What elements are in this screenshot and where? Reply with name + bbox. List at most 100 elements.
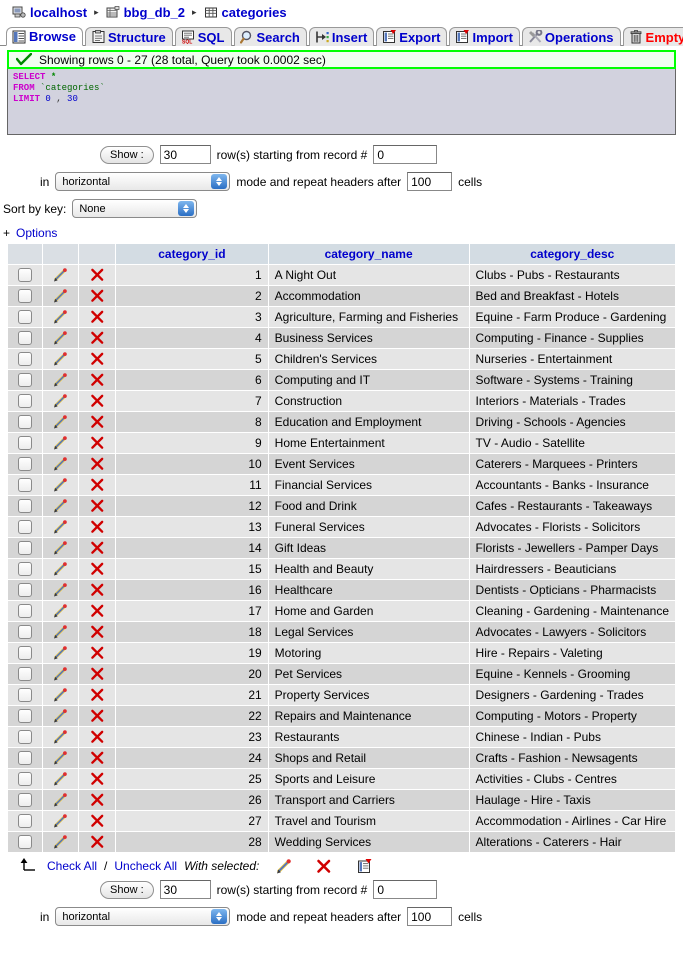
row-delete-cell[interactable] [78, 411, 117, 433]
row-checkbox-cell[interactable] [7, 705, 43, 727]
row-checkbox[interactable] [17, 520, 32, 535]
edit-pencil-icon[interactable] [53, 541, 69, 555]
edit-pencil-icon[interactable] [53, 331, 69, 345]
row-edit-cell[interactable] [41, 726, 80, 748]
row-edit-cell[interactable] [41, 747, 80, 769]
row-checkbox-cell[interactable] [7, 579, 43, 601]
row-checkbox[interactable] [17, 667, 32, 682]
row-edit-cell[interactable] [41, 600, 80, 622]
edit-pencil-icon[interactable] [53, 562, 69, 576]
row-checkbox-cell[interactable] [7, 306, 43, 328]
edit-pencil-icon[interactable] [53, 373, 69, 387]
tab-sql[interactable]: SQL SQL [174, 27, 232, 46]
row-edit-cell[interactable] [41, 516, 80, 538]
row-edit-cell[interactable] [41, 474, 80, 496]
row-checkbox-cell[interactable] [7, 810, 43, 832]
delete-x-icon[interactable] [90, 436, 105, 450]
row-checkbox-cell[interactable] [7, 747, 43, 769]
row-edit-cell[interactable] [41, 705, 80, 727]
row-checkbox[interactable] [17, 541, 32, 556]
delete-x-icon[interactable] [90, 604, 105, 618]
row-checkbox-cell[interactable] [7, 432, 43, 454]
delete-x-icon[interactable] [90, 499, 105, 513]
delete-x-icon[interactable] [90, 562, 105, 576]
breadcrumb-server[interactable]: localhost [30, 5, 87, 20]
row-edit-cell[interactable] [41, 684, 80, 706]
row-delete-cell[interactable] [78, 516, 117, 538]
row-delete-cell[interactable] [78, 810, 117, 832]
edit-pencil-icon[interactable] [53, 814, 69, 828]
delete-x-icon[interactable] [90, 541, 105, 555]
row-delete-cell[interactable] [78, 264, 117, 286]
row-checkbox[interactable] [17, 688, 32, 703]
row-edit-cell[interactable] [41, 558, 80, 580]
edit-pencil-icon[interactable] [53, 604, 69, 618]
row-edit-cell[interactable] [41, 579, 80, 601]
row-checkbox-cell[interactable] [7, 600, 43, 622]
row-delete-cell[interactable] [78, 579, 117, 601]
delete-x-icon[interactable] [90, 688, 105, 702]
column-header-category-id[interactable]: category_id [115, 243, 269, 265]
mode-select-top[interactable]: horizontal [55, 172, 231, 191]
row-delete-cell[interactable] [78, 390, 117, 412]
delete-x-icon[interactable] [90, 331, 105, 345]
edit-pencil-icon[interactable] [53, 268, 69, 282]
row-checkbox[interactable] [17, 394, 32, 409]
row-delete-cell[interactable] [78, 369, 117, 391]
delete-x-icon[interactable] [90, 415, 105, 429]
row-checkbox-cell[interactable] [7, 348, 43, 370]
show-button-top[interactable]: Show : [100, 145, 154, 164]
edit-pencil-icon[interactable] [53, 646, 69, 660]
row-checkbox[interactable] [17, 583, 32, 598]
edit-pencil-icon[interactable] [53, 709, 69, 723]
row-checkbox-cell[interactable] [7, 327, 43, 349]
edit-pencil-icon[interactable] [53, 751, 69, 765]
delete-x-icon[interactable] [90, 478, 105, 492]
check-all-link[interactable]: Check All [47, 859, 97, 873]
cells-input-top[interactable] [407, 172, 453, 191]
row-edit-cell[interactable] [41, 831, 80, 853]
delete-x-icon[interactable] [90, 457, 105, 471]
delete-x-icon[interactable] [90, 520, 105, 534]
edit-pencil-icon[interactable] [53, 394, 69, 408]
edit-pencil-icon[interactable] [53, 688, 69, 702]
row-edit-cell[interactable] [41, 390, 80, 412]
edit-pencil-icon[interactable] [53, 730, 69, 744]
delete-x-icon[interactable] [90, 352, 105, 366]
row-delete-cell[interactable] [78, 348, 117, 370]
row-checkbox[interactable] [17, 478, 32, 493]
edit-pencil-icon[interactable] [53, 499, 69, 513]
edit-pencil-icon[interactable] [53, 457, 69, 471]
tab-export[interactable]: Export [376, 27, 448, 46]
row-delete-cell[interactable] [78, 684, 117, 706]
delete-x-icon[interactable] [316, 859, 332, 874]
row-delete-cell[interactable] [78, 474, 117, 496]
row-delete-cell[interactable] [78, 306, 117, 328]
sort-by-key-select[interactable]: None [72, 199, 198, 218]
row-checkbox-cell[interactable] [7, 642, 43, 664]
delete-x-icon[interactable] [90, 793, 105, 807]
row-checkbox[interactable] [17, 562, 32, 577]
row-edit-cell[interactable] [41, 537, 80, 559]
row-delete-cell[interactable] [78, 453, 117, 475]
row-edit-cell[interactable] [41, 264, 80, 286]
row-checkbox-cell[interactable] [7, 768, 43, 790]
row-delete-cell[interactable] [78, 495, 117, 517]
row-checkbox-cell[interactable] [7, 453, 43, 475]
row-checkbox-cell[interactable] [7, 369, 43, 391]
row-checkbox[interactable] [17, 373, 32, 388]
row-checkbox[interactable] [17, 751, 32, 766]
edit-pencil-icon[interactable] [53, 583, 69, 597]
row-checkbox[interactable] [17, 499, 32, 514]
row-checkbox[interactable] [17, 625, 32, 640]
row-edit-cell[interactable] [41, 453, 80, 475]
rows-input-top[interactable] [159, 145, 211, 164]
row-delete-cell[interactable] [78, 768, 117, 790]
edit-pencil-icon[interactable] [53, 667, 69, 681]
row-delete-cell[interactable] [78, 621, 117, 643]
row-edit-cell[interactable] [41, 369, 80, 391]
row-edit-cell[interactable] [41, 306, 80, 328]
column-header-category-desc[interactable]: category_desc [468, 243, 677, 265]
row-checkbox[interactable] [17, 772, 32, 787]
row-edit-cell[interactable] [41, 411, 80, 433]
